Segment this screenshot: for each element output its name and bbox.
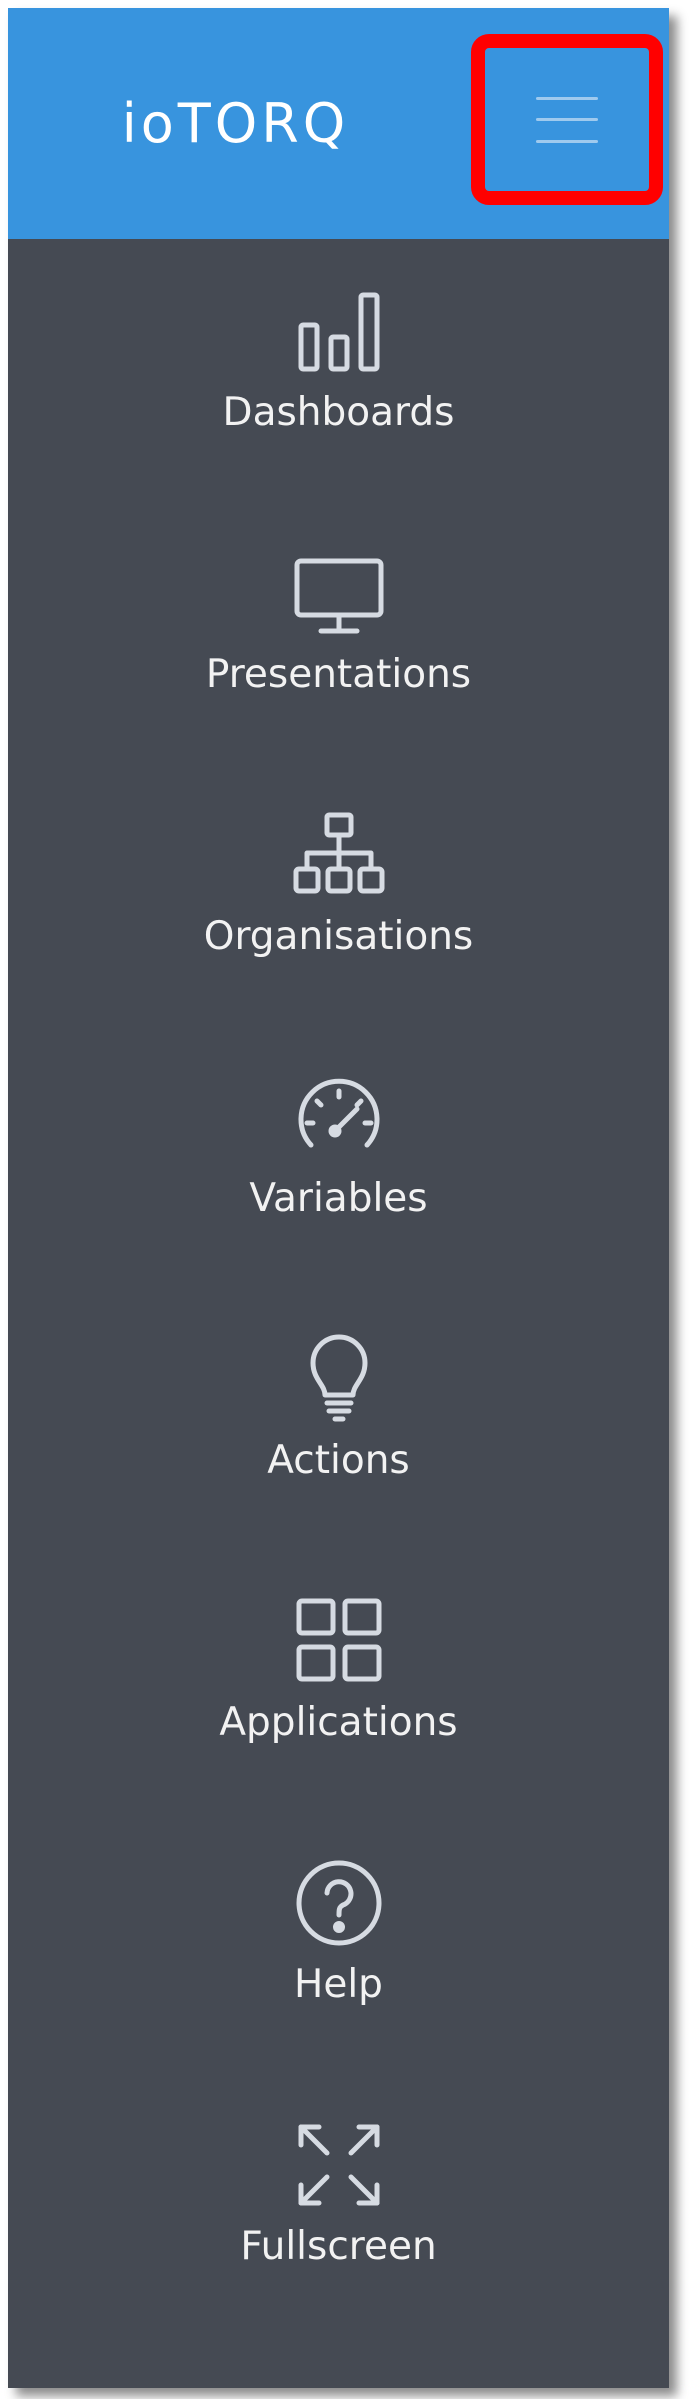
expand-arrows-icon bbox=[293, 2119, 385, 2211]
sidebar-item-label: Organisations bbox=[203, 914, 474, 959]
speedometer-icon bbox=[293, 1071, 385, 1163]
menu-toggle-button[interactable] bbox=[471, 34, 663, 205]
sidebar-item-label: Applications bbox=[219, 1700, 458, 1745]
screenshot-frame: ioTORQ Dashboards Presentations Organisa… bbox=[0, 0, 697, 2399]
lightbulb-icon bbox=[293, 1333, 385, 1425]
app-logo: ioTORQ bbox=[121, 92, 350, 155]
question-circle-icon bbox=[293, 1857, 385, 1949]
org-chart-icon bbox=[293, 809, 385, 901]
bar-chart-icon bbox=[293, 285, 385, 377]
hamburger-menu-icon bbox=[536, 96, 598, 143]
apps-grid-icon bbox=[293, 1595, 385, 1687]
sidebar-item-label: Dashboards bbox=[222, 390, 455, 435]
sidebar-item-fullscreen[interactable]: Fullscreen bbox=[8, 2073, 669, 2335]
sidebar-item-label: Help bbox=[294, 1962, 383, 2007]
sidebar-item-label: Fullscreen bbox=[240, 2224, 437, 2269]
sidebar-item-help[interactable]: Help bbox=[8, 1811, 669, 2073]
sidebar-item-variables[interactable]: Variables bbox=[8, 1025, 669, 1287]
sidebar-item-actions[interactable]: Actions bbox=[8, 1287, 669, 1549]
sidebar-item-dashboards[interactable]: Dashboards bbox=[8, 239, 669, 501]
sidebar-item-label: Presentations bbox=[205, 652, 472, 697]
sidebar-panel: ioTORQ Dashboards Presentations Organisa… bbox=[8, 8, 669, 2388]
sidebar-item-label: Variables bbox=[249, 1176, 428, 1221]
monitor-icon bbox=[293, 547, 385, 639]
sidebar-header: ioTORQ bbox=[8, 8, 669, 239]
sidebar-item-presentations[interactable]: Presentations bbox=[8, 501, 669, 763]
sidebar-item-label: Actions bbox=[267, 1438, 410, 1483]
sidebar-item-organisations[interactable]: Organisations bbox=[8, 763, 669, 1025]
sidebar-item-applications[interactable]: Applications bbox=[8, 1549, 669, 1811]
